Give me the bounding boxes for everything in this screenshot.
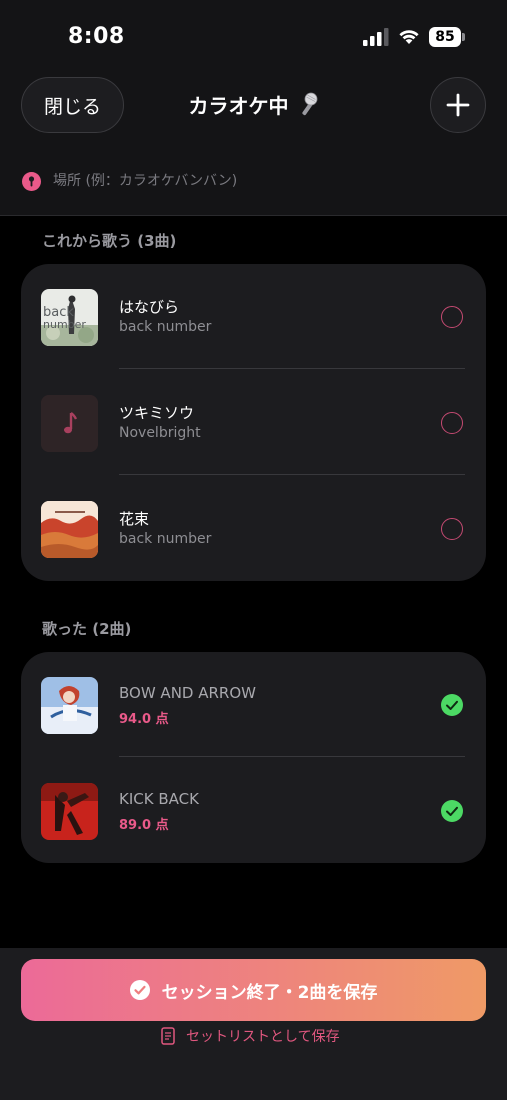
top-bar: 8:08 85 閉じる カラオケ中: [0, 0, 507, 216]
end-session-save-button[interactable]: セッション終了・2曲を保存: [21, 959, 486, 1021]
song-title: BOW AND ARROW: [119, 684, 256, 702]
list-item[interactable]: KICK BACK 89.0 点: [21, 758, 486, 864]
status-bar: 8:08 85: [0, 0, 507, 70]
checkmark-icon[interactable]: [441, 800, 463, 822]
save-as-setlist-link[interactable]: セットリストとして保存: [160, 1026, 340, 1046]
sung-list: BOW AND ARROW 94.0 点 KICK BACK 89.0 点: [21, 652, 486, 863]
upcoming-list: back number はなびら back number ツキミソウ Novel…: [21, 264, 486, 581]
list-item[interactable]: BOW AND ARROW 94.0 点: [21, 652, 486, 758]
signal-icon: [363, 28, 389, 46]
row-divider: [119, 368, 465, 369]
document-icon: [161, 1027, 175, 1045]
mark-sung-toggle[interactable]: [441, 306, 463, 328]
song-title: ツキミソウ: [119, 404, 195, 422]
end-session-save-label: セッション終了・2曲を保存: [161, 982, 378, 1003]
song-title: KICK BACK: [119, 790, 199, 808]
battery-level: 85: [429, 27, 461, 47]
album-art: [41, 677, 98, 734]
album-art: [41, 783, 98, 840]
song-title: 花束: [119, 510, 150, 528]
status-time: 8:08: [68, 24, 125, 49]
check-circle-icon: [129, 980, 150, 1000]
svg-text:number: number: [43, 318, 86, 331]
microphone-icon: [301, 92, 317, 115]
song-score: 94.0 点: [119, 712, 169, 727]
song-artist: back number: [119, 531, 212, 547]
close-button[interactable]: 閉じる: [21, 77, 124, 133]
song-artist: back number: [119, 319, 212, 335]
album-art-placeholder: [41, 395, 98, 452]
checkmark-icon[interactable]: [441, 694, 463, 716]
album-art: back number: [41, 289, 98, 346]
list-item[interactable]: back number はなびら back number: [21, 264, 486, 370]
add-song-button[interactable]: [430, 77, 486, 133]
upcoming-heading: これから歌う (3曲): [42, 232, 177, 250]
mark-sung-toggle[interactable]: [441, 518, 463, 540]
song-score: 89.0 点: [119, 818, 169, 833]
music-note-icon: [41, 395, 98, 452]
wifi-icon: [399, 30, 419, 44]
sung-heading: 歌った (2曲): [42, 620, 132, 638]
plus-icon: [446, 93, 470, 117]
save-as-setlist-label: セットリストとして保存: [186, 1029, 340, 1045]
page-title-text: カラオケ中: [188, 94, 289, 118]
battery-icon: 85: [429, 27, 465, 47]
battery-tip: [462, 33, 465, 41]
mark-sung-toggle[interactable]: [441, 412, 463, 434]
list-item[interactable]: 花束 back number: [21, 476, 486, 582]
row-divider: [119, 474, 465, 475]
list-item[interactable]: ツキミソウ Novelbright: [21, 370, 486, 476]
row-divider: [119, 756, 465, 757]
location-row: [22, 170, 353, 192]
song-artist: Novelbright: [119, 425, 201, 441]
page-title: カラオケ中: [150, 90, 357, 119]
location-pin-icon: [22, 171, 41, 191]
song-title: はなびら: [119, 298, 180, 316]
location-input[interactable]: [53, 173, 353, 189]
album-art: [41, 501, 98, 558]
